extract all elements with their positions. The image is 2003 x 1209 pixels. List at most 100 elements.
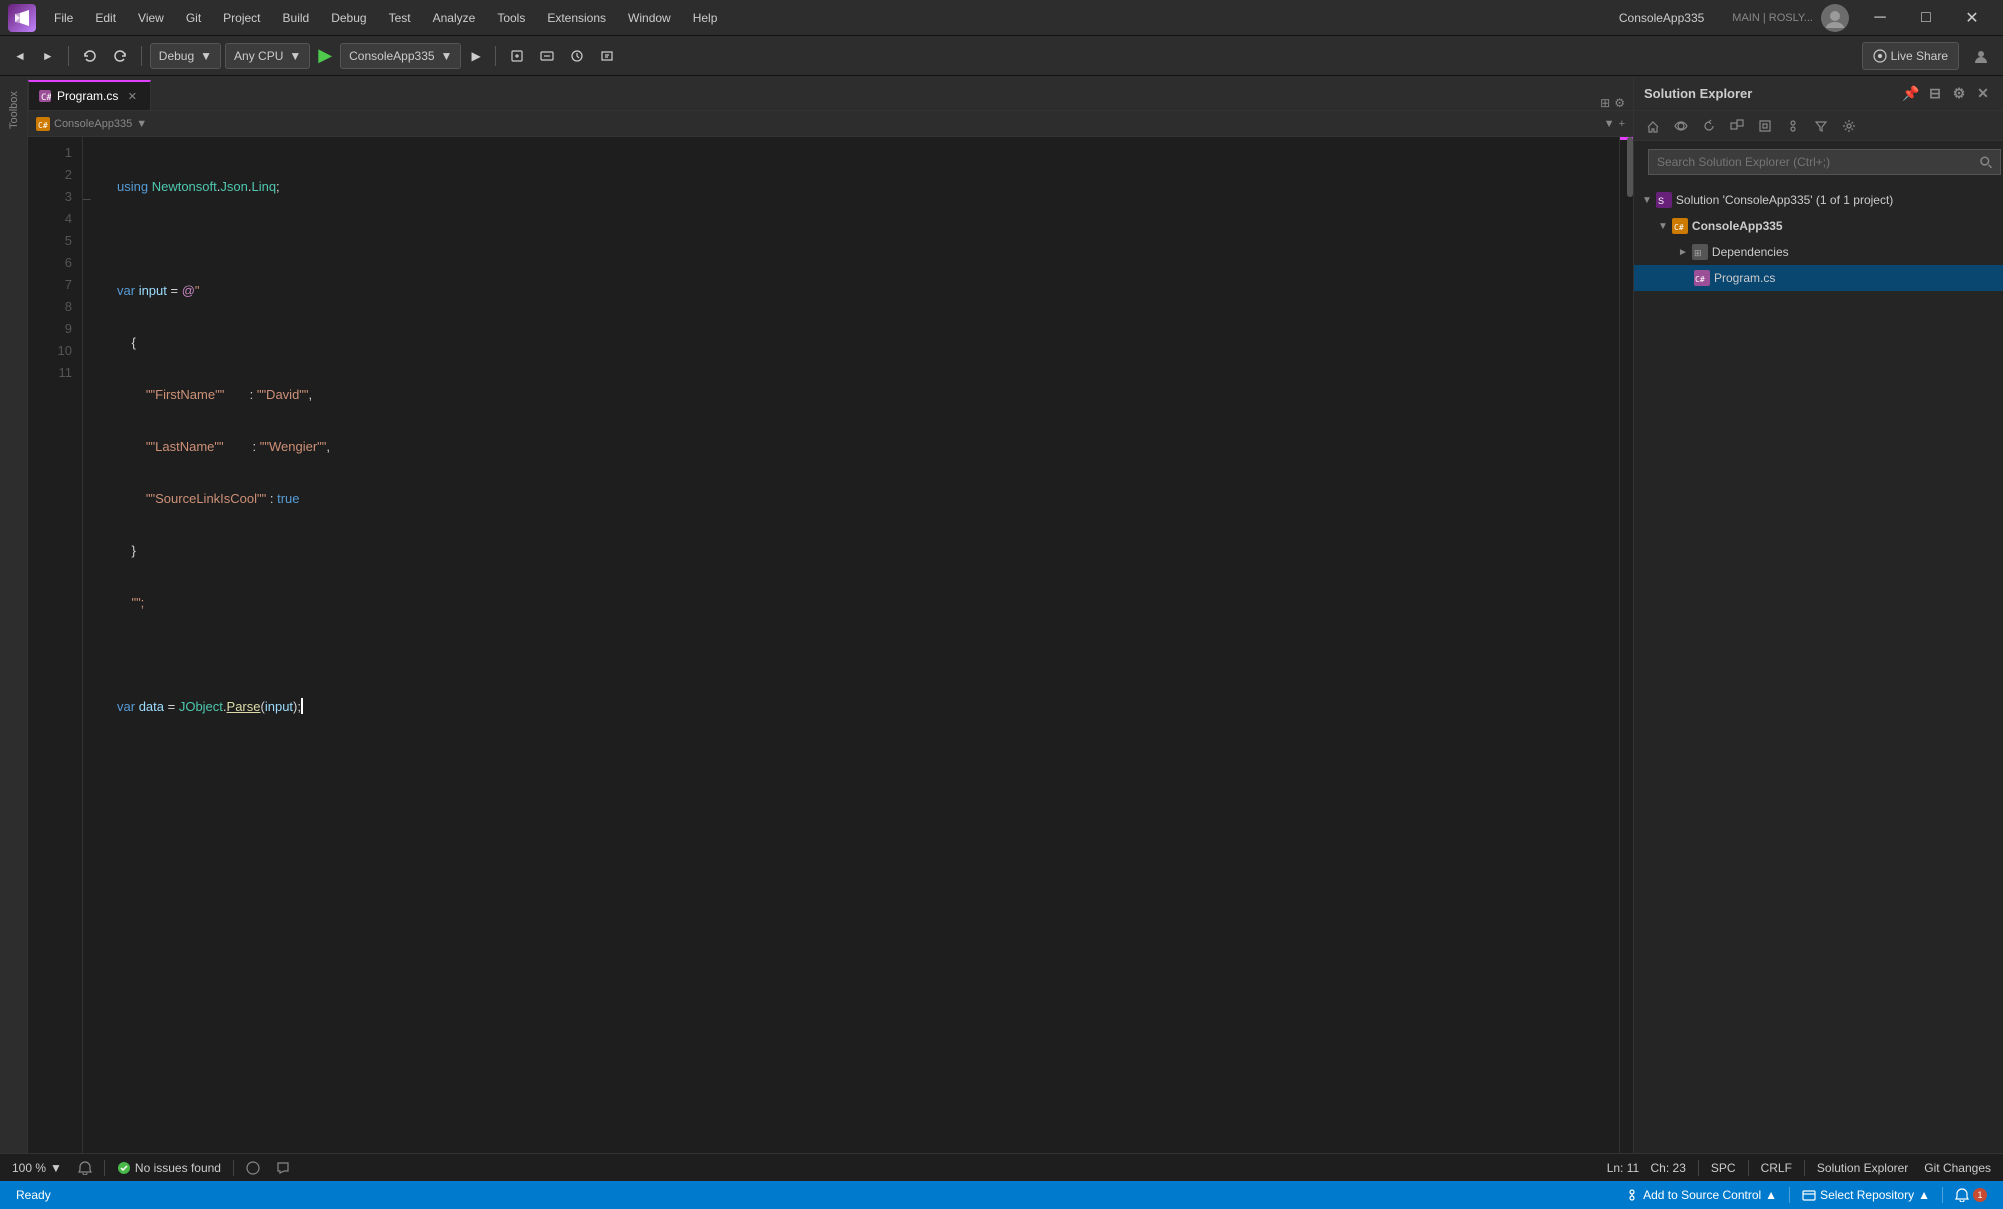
se-icon-dock[interactable]: ⊟ xyxy=(1925,83,1945,103)
ready-status[interactable]: Ready xyxy=(8,1181,59,1209)
no-issues[interactable]: No issues found xyxy=(113,1154,225,1182)
menu-git[interactable]: Git xyxy=(176,7,211,29)
tab-close-active[interactable]: ✕ xyxy=(124,88,140,104)
fold-empty-11 xyxy=(83,365,101,387)
user-avatar[interactable] xyxy=(1821,4,1849,32)
app-title: ConsoleApp335 xyxy=(1619,11,1704,25)
menu-view[interactable]: View xyxy=(128,7,174,29)
run-target-dropdown[interactable]: ConsoleApp335 ▼ xyxy=(340,43,461,69)
errors-bar: 100 % ▼ No issues found Ln: 11 Ch: 23 SP… xyxy=(0,1153,2003,1181)
menu-analyze[interactable]: Analyze xyxy=(423,7,486,29)
feedback-item[interactable] xyxy=(272,1154,294,1182)
add-to-source-control[interactable]: Add to Source Control ▲ xyxy=(1617,1181,1785,1209)
spaces-text: SPC xyxy=(1711,1161,1736,1175)
maximize-button[interactable]: □ xyxy=(1903,0,1949,36)
menu-build[interactable]: Build xyxy=(273,7,320,29)
settings-button[interactable]: ⚙ xyxy=(1614,96,1625,110)
fold-icon-4 xyxy=(83,211,101,233)
se-preview-btn[interactable] xyxy=(1752,112,1778,140)
svg-text:C#: C# xyxy=(1674,223,1684,232)
tree-item-solution[interactable]: ▼ S Solution 'ConsoleApp335' (1 of 1 pro… xyxy=(1634,187,2003,213)
live-share-status[interactable] xyxy=(242,1154,264,1182)
code-content[interactable]: using Newtonsoft.Json.Linq; var input = … xyxy=(101,137,1619,1153)
tree-item-program-cs[interactable]: C# Program.cs xyxy=(1634,265,2003,291)
line-num-10: 10 xyxy=(28,343,72,365)
nav-back-button[interactable]: ◄ xyxy=(8,42,32,70)
add-item-button[interactable]: + xyxy=(1619,118,1625,130)
menu-help[interactable]: Help xyxy=(683,7,728,29)
tab-bar: C# Program.cs ✕ ⊞ ⚙ xyxy=(28,76,1633,111)
debug-config-dropdown[interactable]: Debug ▼ xyxy=(150,43,221,69)
minimize-button[interactable]: ─ xyxy=(1857,0,1903,36)
project-chevron: ▼ xyxy=(1658,221,1668,232)
menu-edit[interactable]: Edit xyxy=(85,7,126,29)
fold-empty-5 xyxy=(83,233,101,255)
encoding-status[interactable]: CRLF xyxy=(1757,1154,1796,1182)
select-repository[interactable]: Select Repository ▲ xyxy=(1794,1181,1938,1209)
notification-icon-area[interactable] xyxy=(74,1154,96,1182)
close-button[interactable]: ✕ xyxy=(1949,0,1995,36)
ln-col-status[interactable]: Ln: 11 Ch: 23 xyxy=(1603,1154,1690,1182)
dependencies-icon: ⊞ xyxy=(1692,244,1708,260)
tree-item-project[interactable]: ▼ C# ConsoleApp335 xyxy=(1634,213,2003,239)
git-changes-tab[interactable]: Git Changes xyxy=(1920,1154,1995,1182)
se-show-all-btn[interactable] xyxy=(1780,112,1806,140)
se-filter-btn[interactable] xyxy=(1808,112,1834,140)
se-header-icons: 📌 ⊟ ⚙ ✕ xyxy=(1901,83,1993,103)
window-controls: ─ □ ✕ xyxy=(1857,0,1995,36)
bell-icon xyxy=(78,1161,92,1175)
nav-forward-button[interactable]: ► xyxy=(36,42,60,70)
menu-test[interactable]: Test xyxy=(379,7,421,29)
toolbar-extra-2[interactable] xyxy=(534,42,560,70)
se-view-btn[interactable] xyxy=(1668,112,1694,140)
spaces-status[interactable]: SPC xyxy=(1707,1154,1740,1182)
menu-extensions[interactable]: Extensions xyxy=(537,7,616,29)
split-button[interactable]: ⊞ xyxy=(1600,96,1610,110)
menu-project[interactable]: Project xyxy=(213,7,270,29)
platform-dropdown[interactable]: Any CPU ▼ xyxy=(225,43,310,69)
se-icon-pin[interactable]: 📌 xyxy=(1901,83,1921,103)
solution-explorer-tab[interactable]: Solution Explorer xyxy=(1813,1154,1912,1182)
se-icon-close[interactable]: ✕ xyxy=(1973,83,1993,103)
se-icon-settings[interactable]: ⚙ xyxy=(1949,83,1969,103)
se-collapse-btn[interactable] xyxy=(1724,112,1750,140)
debug-config-arrow: ▼ xyxy=(200,49,212,63)
tree-item-dependencies[interactable]: ► ⊞ Dependencies xyxy=(1634,239,2003,265)
se-settings-btn[interactable] xyxy=(1836,112,1862,140)
run-debug-icon: ▶ xyxy=(471,49,480,63)
se-search-box[interactable] xyxy=(1648,149,2001,175)
run-button[interactable]: ▶ xyxy=(314,45,336,66)
svg-text:C#: C# xyxy=(1695,275,1705,284)
toolbar-sep-1 xyxy=(68,46,69,66)
feedback-icon xyxy=(276,1161,290,1175)
menu-file[interactable]: File xyxy=(44,7,83,29)
svg-text:⊞: ⊞ xyxy=(1694,248,1702,258)
se-refresh-btn[interactable] xyxy=(1696,112,1722,140)
zoom-level[interactable]: 100 % ▼ xyxy=(8,1154,66,1182)
scrollbar-thumb[interactable] xyxy=(1627,137,1633,197)
bottom-sep-2 xyxy=(1942,1187,1943,1203)
menu-window[interactable]: Window xyxy=(618,7,681,29)
editor-container: C# Program.cs ✕ ⊞ ⚙ C# ConsoleApp335 ▼ ▼… xyxy=(28,76,1633,1153)
filepath-left: C# ConsoleApp335 ▼ xyxy=(36,117,147,131)
se-search-input[interactable] xyxy=(1657,155,1979,169)
undo-button[interactable] xyxy=(77,42,103,70)
editor-scrollbar[interactable] xyxy=(1619,137,1633,1153)
notification-bell[interactable]: 1 xyxy=(1947,1181,1995,1209)
se-home-btn[interactable] xyxy=(1640,112,1666,140)
tab-program-cs-active[interactable]: C# Program.cs ✕ xyxy=(28,80,151,110)
menu-tools[interactable]: Tools xyxy=(487,7,535,29)
platform-arrow: ▼ xyxy=(289,49,301,63)
account-button[interactable] xyxy=(1967,42,1995,70)
live-share-button[interactable]: Live Share xyxy=(1862,42,1959,70)
run-debug-button[interactable]: ▶ xyxy=(465,42,486,70)
filepath-right-arrow[interactable]: ▼ xyxy=(1604,118,1615,130)
toolbar-extra-3[interactable] xyxy=(564,42,590,70)
redo-button[interactable] xyxy=(107,42,133,70)
toolbar-extra-4[interactable] xyxy=(594,42,620,70)
filepath-right: ▼ + xyxy=(1604,118,1625,130)
fold-icon-3[interactable]: ─ xyxy=(83,189,101,211)
toolbar-extra-1[interactable] xyxy=(504,42,530,70)
tree-solution-label: Solution 'ConsoleApp335' (1 of 1 project… xyxy=(1676,193,1893,207)
menu-debug[interactable]: Debug xyxy=(321,7,376,29)
